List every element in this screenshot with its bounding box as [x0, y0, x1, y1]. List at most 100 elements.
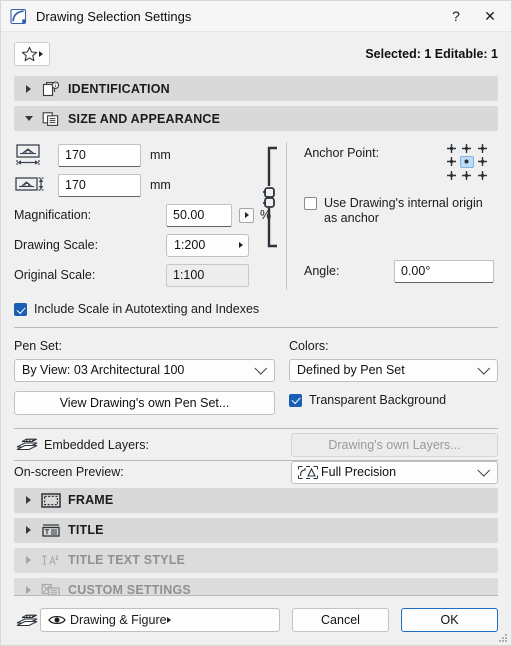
transparent-background-row[interactable]: Transparent Background — [289, 393, 498, 408]
angle-row: Angle: 0.00° — [304, 256, 509, 286]
section-header-title[interactable]: TITLE — [14, 517, 498, 543]
pen-set-value: By View: 03 Architectural 100 — [22, 363, 185, 377]
on-screen-preview-select[interactable]: Full Precision — [291, 460, 498, 484]
original-scale-label: Original Scale: — [14, 268, 96, 282]
anchor-cell-8[interactable] — [475, 169, 489, 181]
include-scale-checkbox[interactable] — [14, 303, 27, 316]
pen-set-label: Pen Set: — [14, 338, 62, 353]
drawing-selection-settings-dialog: Drawing Selection Settings ? ✕ Selected:… — [0, 0, 512, 646]
drawing-scale-row: Drawing Scale: 1:200 — [14, 230, 286, 260]
section-header-frame[interactable]: FRAME — [14, 487, 498, 513]
chevron-right-icon — [24, 84, 33, 93]
document-info-icon — [41, 80, 61, 97]
ok-button[interactable]: OK — [401, 608, 498, 632]
on-screen-preview-value: Full Precision — [321, 465, 397, 479]
divider-above-pen-set — [14, 326, 498, 328]
pen-and-colors-row: Pen Set: By View: 03 Architectural 100 V… — [14, 339, 498, 415]
section-label-title-text-style: TITLE TEXT STYLE — [68, 553, 186, 567]
anchor-cell-0[interactable] — [445, 143, 459, 155]
use-internal-origin-checkbox[interactable] — [304, 197, 317, 210]
arc-drawing-icon — [10, 8, 27, 25]
custom-settings-icon — [41, 583, 61, 595]
chevron-right-icon — [24, 526, 33, 534]
size-and-appearance-panel: 170 mm 170 mm Magnification: 50.00 % Dra… — [14, 136, 498, 290]
original-scale-value: 1:100 — [166, 263, 249, 287]
anchor-cell-1[interactable] — [460, 143, 474, 155]
drawing-scale-label: Drawing Scale: — [14, 238, 99, 252]
anchor-cell-6[interactable] — [445, 169, 459, 181]
chain-link-icon[interactable] — [263, 146, 285, 248]
colors-value: Defined by Pen Set — [297, 363, 405, 377]
divider-above-embedded-layers — [14, 427, 498, 429]
on-screen-preview-label: On-screen Preview: — [14, 465, 124, 479]
eye-icon — [48, 614, 70, 626]
chevron-right-icon — [24, 496, 33, 504]
pen-set-column: Pen Set: By View: 03 Architectural 100 V… — [14, 339, 289, 415]
embedded-layers-label: Embedded Layers: — [44, 437, 149, 452]
dashed-frame-icon — [41, 492, 61, 508]
magnification-stepper[interactable] — [239, 207, 254, 223]
anchor-cell-3[interactable] — [445, 156, 459, 168]
width-input[interactable]: 170 — [58, 143, 141, 167]
section-header-size-and-appearance[interactable]: SIZE AND APPEARANCE — [14, 106, 498, 131]
magnification-input[interactable]: 50.00 — [166, 203, 232, 227]
layers-stack-icon — [14, 612, 40, 629]
include-scale-row[interactable]: Include Scale in Autotexting and Indexes — [14, 302, 498, 317]
height-row: 170 mm — [14, 170, 286, 200]
view-pen-set-button[interactable]: View Drawing's own Pen Set... — [14, 390, 275, 415]
toolbar-row: Selected: 1 Editable: 1 — [14, 32, 498, 76]
title-bar: Drawing Selection Settings ? ✕ — [1, 1, 511, 32]
section-header-custom-settings: CUSTOM SETTINGS — [14, 577, 498, 595]
anchor-point-grid[interactable] — [444, 142, 490, 182]
section-header-identification[interactable]: IDENTIFICATION — [14, 76, 498, 101]
resize-grip[interactable] — [497, 632, 508, 643]
star-icon — [21, 46, 38, 62]
height-unit: mm — [150, 178, 171, 192]
drawing-scale-value: 1:200 — [174, 238, 206, 252]
angle-input[interactable]: 0.00° — [394, 259, 494, 283]
help-button[interactable]: ? — [439, 2, 473, 31]
use-internal-origin-row[interactable]: Use Drawing's internal origin as anchor — [304, 196, 489, 225]
drawing-height-icon — [14, 172, 58, 198]
use-internal-origin-label: Use Drawing's internal origin as anchor — [324, 196, 483, 225]
anchor-cell-7[interactable] — [460, 169, 474, 181]
size-fields-column: 170 mm 170 mm Magnification: 50.00 % Dra… — [14, 140, 286, 290]
drawing-width-icon — [14, 142, 58, 168]
section-header-title-text-style: TITLE TEXT STYLE — [14, 547, 498, 573]
colors-select[interactable]: Defined by Pen Set — [289, 358, 498, 382]
drawings-own-layers-button: Drawing's own Layers... — [291, 432, 498, 457]
cancel-button[interactable]: Cancel — [292, 608, 389, 632]
section-label-identification: IDENTIFICATION — [68, 81, 170, 96]
layer-visibility-select[interactable]: Drawing & Figure — [40, 608, 280, 632]
section-label-title: TITLE — [68, 523, 104, 537]
title-bar-icon — [41, 523, 61, 538]
anchor-cell-5[interactable] — [475, 156, 489, 168]
section-label-size-and-appearance: SIZE AND APPEARANCE — [68, 111, 221, 126]
colors-column: Colors: Defined by Pen Set Transparent B… — [289, 339, 498, 415]
anchor-cell-4-selected[interactable] — [459, 155, 474, 168]
dialog-body: Selected: 1 Editable: 1 IDENTIFICATION S… — [1, 32, 511, 595]
favorites-button[interactable] — [14, 42, 50, 66]
include-scale-label: Include Scale in Autotexting and Indexes — [34, 302, 260, 316]
window-title: Drawing Selection Settings — [36, 8, 192, 24]
text-style-icon — [41, 553, 61, 568]
pen-set-select[interactable]: By View: 03 Architectural 100 — [14, 358, 275, 382]
anchor-cell-2[interactable] — [475, 143, 489, 155]
section-label-frame: FRAME — [68, 493, 114, 507]
magnification-label: Magnification: — [14, 208, 92, 222]
drawing-scale-select[interactable]: 1:200 — [166, 233, 249, 257]
close-button[interactable]: ✕ — [473, 2, 507, 31]
height-input[interactable]: 170 — [58, 173, 141, 197]
favorites-dropdown-arrow[interactable] — [39, 51, 43, 57]
colors-label: Colors: — [289, 338, 329, 353]
document-copy-icon — [41, 111, 61, 127]
transparent-background-checkbox[interactable] — [289, 393, 302, 407]
width-unit: mm — [150, 148, 171, 162]
layers-stack-icon — [14, 436, 44, 453]
preview-precision-icon — [297, 465, 321, 480]
anchor-column: Anchor Point: Use Drawing's internal ori… — [287, 140, 498, 290]
layer-visibility-value: Drawing & Figure — [70, 613, 167, 627]
chevron-right-icon — [24, 556, 33, 564]
magnification-row: Magnification: 50.00 % — [14, 200, 286, 230]
anchor-point-label: Anchor Point: — [304, 146, 380, 160]
